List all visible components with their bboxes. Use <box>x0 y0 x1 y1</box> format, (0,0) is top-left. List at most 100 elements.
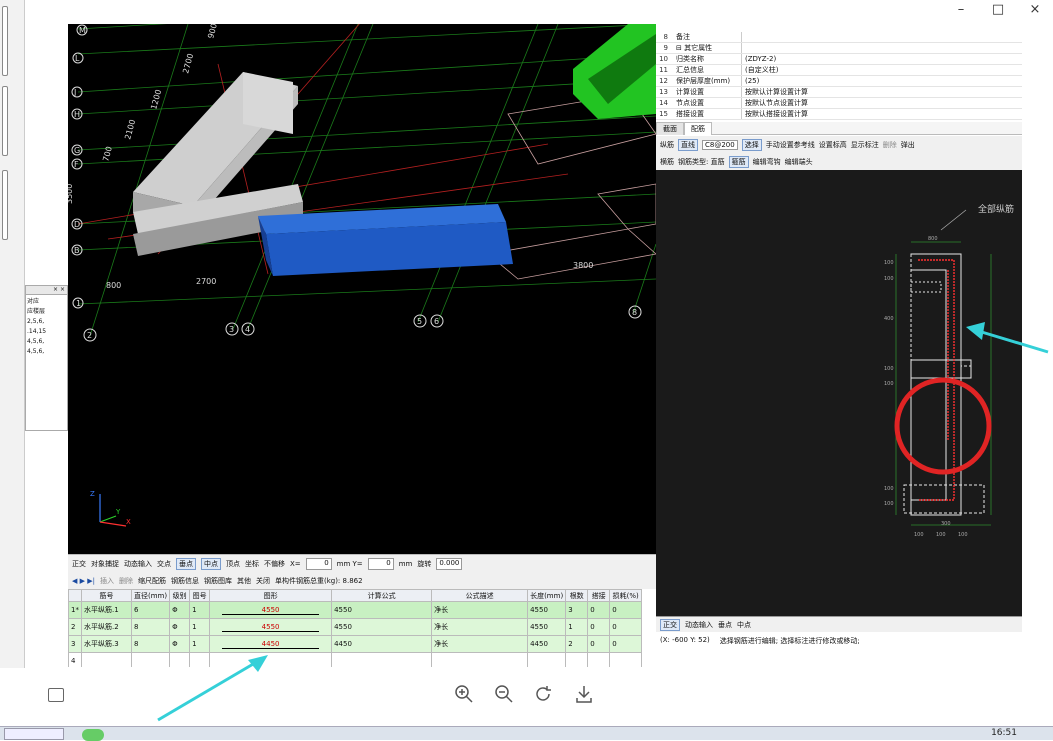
dim-label: 400 <box>884 316 894 322</box>
dim-label: 100 <box>936 532 946 538</box>
col-header[interactable]: 筋号 <box>80 589 132 602</box>
x-input[interactable]: 0 <box>305 557 332 570</box>
transverse-button[interactable]: 横筋 <box>660 157 674 167</box>
col-header[interactable]: 级别 <box>169 589 191 602</box>
dim-label: 800 <box>928 236 938 242</box>
prop-row[interactable]: 14 节点设置 按默认节点设置计算 <box>656 98 1022 109</box>
rebar-spec-select[interactable]: C8@200 <box>702 140 738 150</box>
rebar-library-button[interactable]: 钢筋图库 <box>204 576 232 586</box>
drawing-dynamic-input-toggle[interactable]: 动态输入 <box>685 620 713 630</box>
col-header[interactable]: 计算公式 <box>331 589 433 602</box>
table-row[interactable]: 1* 水平纵筋.1 6 Φ 1 4550 4550 净长 4550 3 0 0 <box>68 601 643 619</box>
prop-row[interactable]: 11 汇总信息 (自定义柱) <box>656 65 1022 76</box>
object-snap-toggle[interactable]: 对象捕捉 <box>91 559 119 569</box>
pane-item[interactable]: .14,15 <box>27 327 66 337</box>
vertex-toggle[interactable]: 顶点 <box>226 559 240 569</box>
close-panel-button[interactable]: 关闭 <box>256 576 270 586</box>
dim-label: 300 <box>941 521 951 527</box>
pane-item[interactable]: 2,5,6, <box>27 317 66 327</box>
svg-text:Z: Z <box>90 490 95 498</box>
rotate-input[interactable]: 0.000 <box>436 557 463 570</box>
layout-icon[interactable] <box>48 688 64 702</box>
show-dimension-button[interactable]: 显示标注 <box>851 140 879 150</box>
pane-item[interactable]: 应楼层 <box>27 307 66 317</box>
coord-toggle[interactable]: 坐标 <box>245 559 259 569</box>
minimize-button[interactable]: – <box>951 2 971 17</box>
table-row[interactable]: 3 水平纵筋.3 8 Φ 1 4450 4450 净长 4450 2 0 0 <box>68 635 643 653</box>
delete-rebar-button[interactable]: 删除 <box>883 140 897 150</box>
section-drawing-canvas[interactable]: 全部纵筋 800 100 100 400 100 100 100 100 300… <box>656 170 1022 616</box>
y-input[interactable]: 0 <box>367 557 394 570</box>
line-mode-select[interactable]: 直线 <box>678 139 698 151</box>
zoom-out-icon[interactable] <box>494 684 514 704</box>
y-label: mm Y= <box>336 559 363 568</box>
delete-button[interactable]: 删除 <box>119 576 133 586</box>
col-header[interactable]: 图号 <box>189 589 211 602</box>
drawing-perpendicular-toggle[interactable]: 垂点 <box>718 620 732 630</box>
intersection-toggle[interactable]: 交点 <box>157 559 171 569</box>
ortho-toggle[interactable]: 正交 <box>72 559 86 569</box>
prop-row[interactable]: 12 保护层厚度(mm) (25) <box>656 76 1022 87</box>
table-row[interactable]: 2 水平纵筋.2 8 Φ 1 4550 4550 净长 4550 1 0 0 <box>68 618 643 636</box>
close-button[interactable]: × <box>1025 2 1045 17</box>
col-header[interactable]: 根数 <box>565 589 589 602</box>
col-header[interactable]: 图形 <box>209 589 333 602</box>
tab-section[interactable]: 截面 <box>656 122 684 135</box>
drawing-toolbar-1: 纵筋 直线 C8@200 选择 手动设置参考线 设置标高 显示标注 删除 弹出 <box>656 136 1022 154</box>
prop-row[interactable]: 8 备注 <box>656 32 1022 43</box>
rebar-shape-cell[interactable]: 4550 <box>209 601 333 619</box>
prop-row[interactable]: 13 计算设置 按默认计算设置计算 <box>656 87 1022 98</box>
axis-label: 3 <box>229 325 234 334</box>
axis-label: 6 <box>434 317 439 326</box>
col-header[interactable]: 公式描述 <box>431 589 529 602</box>
col-header[interactable]: 损耗(%) <box>609 589 643 602</box>
edit-hook-button[interactable]: 编辑弯钩 <box>753 157 781 167</box>
prop-row[interactable]: 15 搭接设置 按默认搭接设置计算 <box>656 109 1022 120</box>
rebar-info-button[interactable]: 钢筋信息 <box>171 576 199 586</box>
rotate-checkbox[interactable]: 旋转 <box>417 559 431 569</box>
tab-rebar[interactable]: 配筋 <box>684 122 712 135</box>
left-tool-3[interactable] <box>2 170 8 240</box>
stirrup-button[interactable]: 箍筋 <box>728 156 749 168</box>
prop-row[interactable]: 10 归类名称 (ZDYZ-2) <box>656 54 1022 65</box>
pane-header[interactable]: × × <box>26 286 67 295</box>
nav-arrows-icon[interactable]: ◀ ▶ ▶| <box>72 577 95 585</box>
other-button[interactable]: 其他 <box>237 576 251 586</box>
table-row[interactable]: 4 <box>68 652 643 667</box>
popup-button[interactable]: 弹出 <box>901 140 915 150</box>
edit-end-button[interactable]: 编辑端头 <box>785 157 813 167</box>
pane-item[interactable]: 4,5,6, <box>27 337 66 347</box>
manual-ref-line-button[interactable]: 手动设置参考线 <box>766 140 815 150</box>
zoom-in-icon[interactable] <box>454 684 474 704</box>
maximize-button[interactable]: □ <box>988 2 1008 17</box>
download-icon[interactable] <box>574 684 594 704</box>
select-button[interactable]: 选择 <box>741 139 762 151</box>
scale-rebar-button[interactable]: 缩尺配筋 <box>138 576 166 586</box>
col-header[interactable]: 搭接 <box>587 589 611 602</box>
rebar-type-label[interactable]: 钢筋类型: 直筋 <box>678 157 725 167</box>
rebar-shape-cell[interactable]: 4550 <box>209 618 333 636</box>
perpendicular-toggle[interactable]: 垂点 <box>176 557 196 570</box>
left-tool-2[interactable] <box>2 86 8 156</box>
taskbar-app-1[interactable] <box>4 728 64 740</box>
pane-item[interactable]: 对应 <box>27 297 66 307</box>
3d-viewport[interactable]: M L J H G F D B 1 2 3 4 5 6 8 900 2700 1… <box>68 24 656 554</box>
col-header[interactable]: 直径(mm) <box>130 589 171 602</box>
drawing-ortho-toggle[interactable]: 正交 <box>660 618 680 631</box>
insert-button[interactable]: 插入 <box>100 576 114 586</box>
dynamic-input-toggle[interactable]: 动态输入 <box>124 559 152 569</box>
set-elevation-button[interactable]: 设置标高 <box>819 140 847 150</box>
rebar-shape-cell[interactable]: 4450 <box>209 635 333 653</box>
rotate-icon[interactable] <box>534 684 554 704</box>
dim-label: 700 <box>101 145 114 162</box>
pane-item[interactable]: 4,5,6, <box>27 347 66 357</box>
col-header[interactable]: 长度(mm) <box>527 589 567 602</box>
midpoint-toggle[interactable]: 中点 <box>201 557 221 570</box>
drawing-midpoint-toggle[interactable]: 中点 <box>737 620 751 630</box>
taskbar-app-2[interactable] <box>82 729 104 741</box>
offset-select[interactable]: 不偏移 <box>264 559 285 569</box>
dim-label: 100 <box>958 532 968 538</box>
dim-label: 2700 <box>181 53 195 75</box>
left-tool-1[interactable] <box>2 6 8 76</box>
prop-row[interactable]: 9 ⊟ 其它属性 <box>656 43 1022 54</box>
